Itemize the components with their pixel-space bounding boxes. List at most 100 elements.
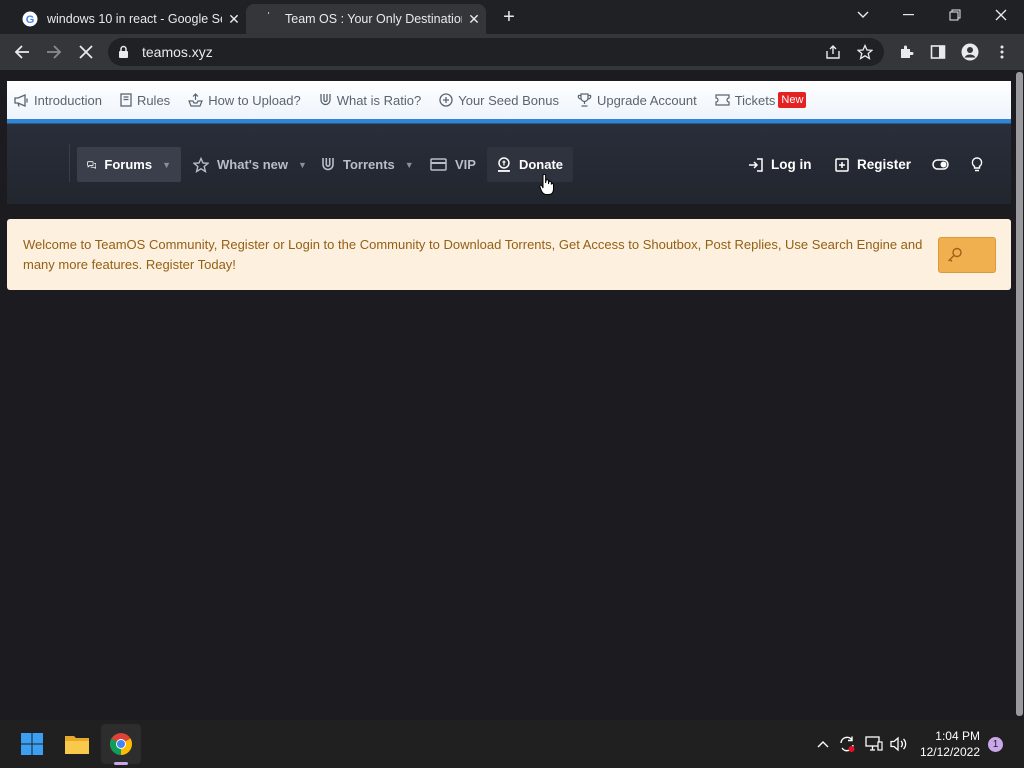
login-link[interactable]: Log in [748,147,812,182]
topnav-introduction[interactable]: Introduction [14,93,102,108]
tab-teamos[interactable]: Team OS : Your Only Destination ✕ [246,4,486,34]
lightbulb-icon[interactable] [971,147,991,182]
scrollbar-thumb[interactable] [1016,72,1023,716]
svg-text:G: G [26,14,35,26]
network-icon[interactable] [864,734,884,754]
topnav-label: Your Seed Bonus [458,92,559,108]
login-label: Log in [771,157,812,172]
main-navbar: Forums ▼ What's new ▼ Torrents ▼ VIP Don… [7,119,1011,204]
register-link[interactable]: Register [835,147,911,182]
nav-label: Torrents [343,157,395,172]
loading-spinner-icon [260,11,276,27]
dropdown-caret-icon[interactable]: ▼ [162,160,171,170]
nav-divider [69,144,70,182]
topnav-label: What is Ratio? [336,92,422,108]
topnav-how-to-upload[interactable]: How to Upload? [188,93,301,108]
google-icon: G [22,11,38,27]
trophy-icon [577,93,592,107]
lock-icon [118,45,129,64]
credit-card-icon [430,158,447,171]
active-app-indicator [114,762,128,765]
browser-toolbar: teamos.xyz [0,34,1024,70]
address-bar[interactable]: teamos.xyz [108,38,884,66]
tab-title: Team OS : Your Only Destination [285,12,462,26]
plus-circle-icon [439,93,453,107]
profile-icon[interactable] [956,38,984,66]
topnav-seed-bonus[interactable]: Your Seed Bonus [439,93,559,108]
dropdown-caret-icon[interactable]: ▼ [405,160,414,170]
clock-date: 12/12/2022 [919,745,980,759]
topnav-tickets[interactable]: Tickets New [715,92,807,108]
close-window-button[interactable] [978,4,1024,26]
magnet-icon [322,158,334,171]
style-toggle-icon[interactable] [932,147,957,182]
close-tab-icon[interactable]: ✕ [222,11,246,28]
star-icon [193,156,209,173]
menu-kebab-icon[interactable] [988,38,1016,66]
nav-label: Donate [518,157,563,172]
notice-key-button[interactable] [938,237,996,273]
nav-forums[interactable]: Forums ▼ [77,147,181,182]
system-clock[interactable]: 1:04 PM 12/12/2022 [916,728,980,760]
chrome-icon[interactable] [101,724,141,764]
stop-loading-button[interactable] [72,38,100,66]
windows-taskbar: 1:04 PM 12/12/2022 1 [0,720,1024,768]
forward-button[interactable] [40,38,68,66]
nav-whats-new[interactable]: What's new ▼ [183,147,317,182]
topnav-what-is-ratio[interactable]: What is Ratio? [319,92,422,108]
ticket-icon [715,94,730,106]
nav-torrents[interactable]: Torrents ▼ [311,147,424,182]
minimize-button[interactable] [886,4,932,26]
page-viewport: Introduction Rules How to Upload? What i… [0,70,1024,720]
tab-title: windows 10 in react - Google Sea [47,12,222,26]
nav-label: Forums [104,157,153,172]
side-panel-icon[interactable] [924,38,952,66]
tab-search-icon[interactable] [840,4,886,26]
volume-icon[interactable] [889,734,909,754]
topnav-rules[interactable]: Rules [120,93,170,108]
hand-cursor-icon [539,173,554,201]
restore-button[interactable] [932,4,978,26]
browser-tab-strip: G windows 10 in react - Google Sea ✕ Tea… [0,0,1024,34]
topnav-label: Upgrade Account [596,92,697,108]
sync-icon[interactable] [837,734,857,754]
new-badge: New [778,92,807,108]
share-icon[interactable] [824,43,842,61]
close-tab-icon[interactable]: ✕ [462,11,486,28]
login-icon [749,157,763,172]
show-hidden-icons-icon[interactable] [813,734,833,754]
page-scrollbar[interactable] [1014,70,1024,720]
notification-badge[interactable]: 1 [988,737,1003,752]
topnav-label: Introduction [34,92,102,108]
back-button[interactable] [8,38,36,66]
nav-label: What's new [217,157,288,172]
topnav-label: Tickets [734,92,776,108]
upload-icon [188,93,204,107]
windows-start-icon[interactable] [12,724,52,764]
topnav-upgrade-account[interactable]: Upgrade Account [577,93,697,108]
clock-time: 1:04 PM [935,729,980,743]
tab-google-search[interactable]: G windows 10 in react - Google Sea ✕ [8,4,246,34]
new-tab-button[interactable]: + [498,6,520,28]
comments-icon [87,160,97,169]
url-text: teamos.xyz [142,44,213,60]
magnet-icon [320,94,331,106]
nav-donate[interactable]: Donate [487,147,573,182]
file-explorer-icon[interactable] [57,724,97,764]
bookmark-star-icon[interactable] [856,43,874,61]
megaphone-icon [14,93,28,107]
extensions-icon[interactable] [892,38,920,66]
welcome-notice: Welcome to TeamOS Community, Register or… [7,219,1011,290]
nav-vip[interactable]: VIP [420,147,486,182]
register-label: Register [857,157,912,172]
plus-square-icon [835,157,849,172]
donate-icon [497,157,510,172]
notice-text: Welcome to TeamOS Community, Register or… [23,237,923,272]
topnav-label: Rules [136,92,171,108]
topnav-label: How to Upload? [208,92,301,108]
book-icon [120,93,132,107]
top-links-bar: Introduction Rules How to Upload? What i… [7,81,1011,119]
dropdown-caret-icon[interactable]: ▼ [298,160,307,170]
key-icon [948,247,962,262]
nav-label: VIP [455,157,476,172]
